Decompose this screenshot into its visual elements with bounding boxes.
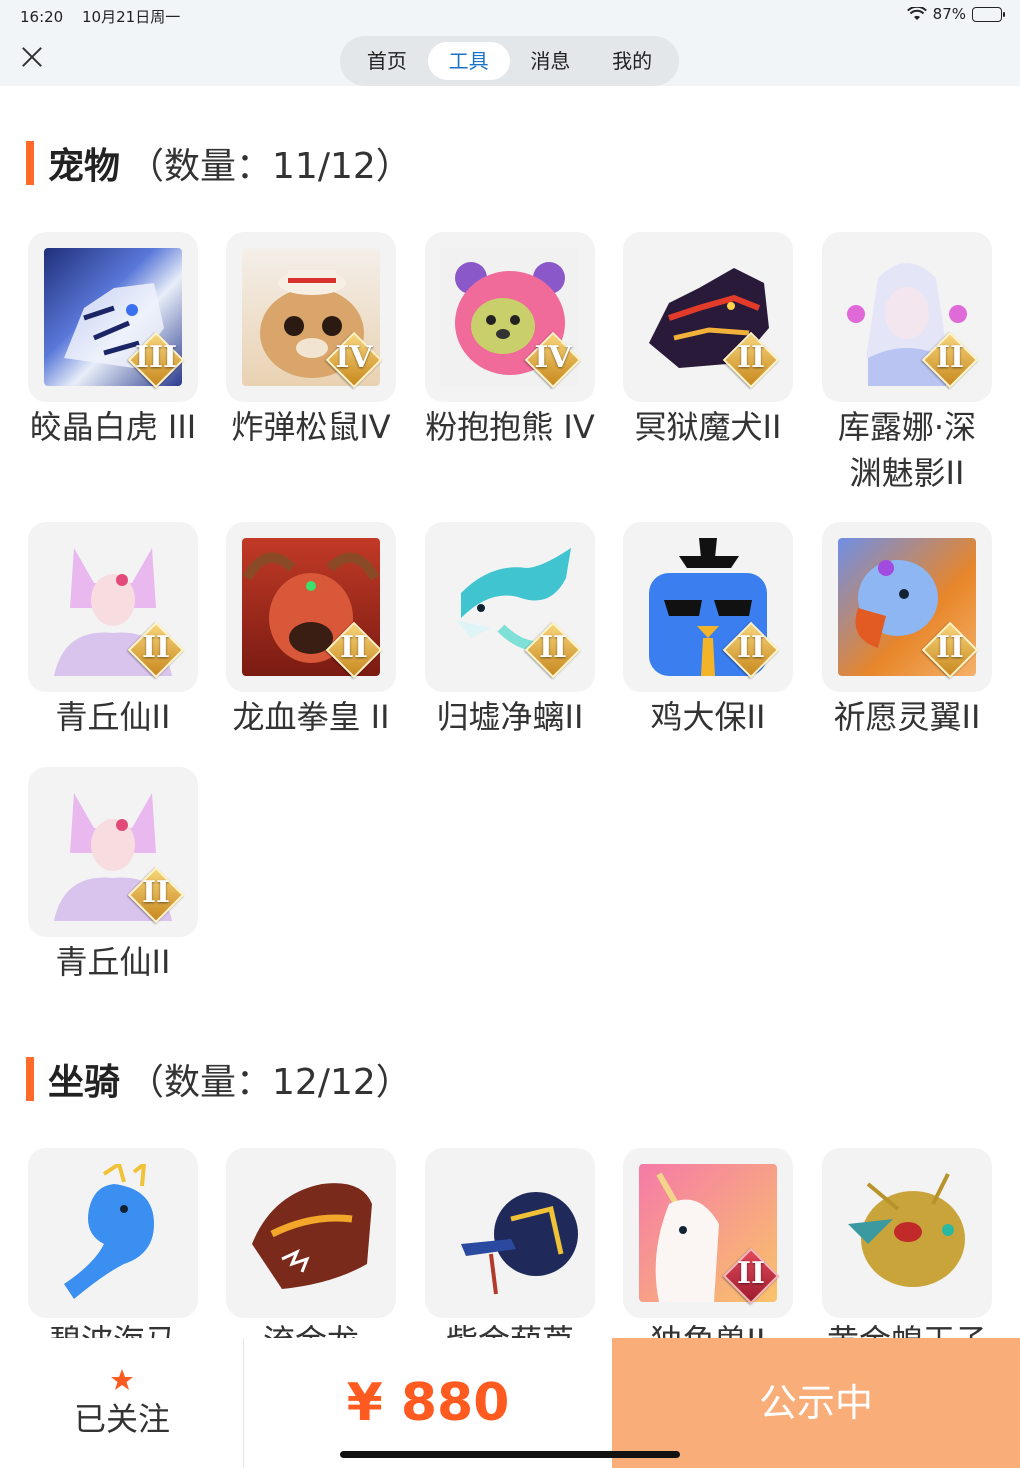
status-date: 10月21日周一 (82, 8, 181, 26)
pet-name: 炸弹松鼠IV (231, 408, 391, 446)
close-icon[interactable] (20, 44, 44, 68)
wifi-icon (906, 7, 927, 20)
tier-badge: IV (325, 331, 383, 389)
pet-card[interactable]: II (28, 767, 198, 937)
tier-badge: II (722, 331, 780, 389)
nav-tabs: 首页 工具 消息 我的 (340, 36, 679, 86)
tab-messages[interactable]: 消息 (510, 42, 592, 80)
section-accent-bar (26, 1057, 34, 1101)
tab-tools[interactable]: 工具 (427, 42, 510, 80)
pet-card[interactable]: II (425, 522, 595, 692)
pets-section-header: 宠物 （数量：11/12） (26, 140, 412, 187)
follow-button[interactable]: 已关注 (0, 1338, 244, 1468)
battery-icon (972, 6, 1005, 22)
mount-card[interactable] (226, 1148, 396, 1318)
pet-card[interactable]: III (28, 232, 198, 402)
pet-card[interactable]: IV (425, 232, 595, 402)
mounts-section-header: 坐骑 （数量：12/12） (26, 1056, 412, 1103)
pet-card[interactable]: II (623, 232, 793, 402)
pet-card[interactable]: II (226, 522, 396, 692)
pet-name: 鸡大保II (650, 698, 766, 736)
tier-badge: III (127, 331, 185, 389)
pet-name: 冥狱魔犬II (634, 408, 782, 446)
pet-name: 渊魅影II (849, 454, 965, 492)
status-action-button[interactable]: 公示中 (612, 1338, 1020, 1468)
pet-name: 库露娜·深 (837, 408, 977, 446)
price-label: ¥ 880 (346, 1373, 510, 1433)
battery-percent: 87% (932, 5, 966, 23)
tier-badge: II (127, 621, 185, 679)
star-icon (111, 1369, 133, 1390)
pet-name: 归墟净螭II (436, 698, 584, 736)
top-bar: 16:20 10月21日周一 87% 首页 工具 消息 我的 (0, 0, 1020, 86)
pet-name: 粉抱抱熊 IV (425, 408, 595, 446)
pet-name: 青丘仙II (55, 698, 171, 736)
section-accent-bar (26, 141, 34, 185)
pet-name: 龙血拳皇 II (232, 698, 390, 736)
tier-badge: II (325, 621, 383, 679)
follow-label: 已关注 (73, 1400, 170, 1438)
gold-locust-icon (838, 1164, 976, 1302)
pet-name: 祈愿灵翼II (833, 698, 981, 736)
pets-title: 宠物 (48, 146, 121, 187)
tier-badge: II (921, 331, 979, 389)
tier-badge: II (921, 621, 979, 679)
mount-card[interactable] (425, 1148, 595, 1318)
pet-card[interactable]: II (28, 522, 198, 692)
mounts-title: 坐骑 (48, 1062, 121, 1103)
bottom-bar: 已关注 ¥ 880 公示中 (0, 1338, 1020, 1468)
pet-card[interactable]: IV (226, 232, 396, 402)
mounts-count: （数量：12/12） (128, 1062, 412, 1103)
tier-badge: IV (524, 331, 582, 389)
tier-badge: II (127, 866, 185, 924)
pet-name: 皎晶白虎 III (29, 408, 197, 446)
pet-name: 青丘仙II (55, 943, 171, 981)
tier-badge: II (722, 621, 780, 679)
seahorse-icon (44, 1164, 182, 1302)
status-right: 87% (906, 5, 1005, 23)
tab-home[interactable]: 首页 (346, 42, 428, 80)
gold-dragon-icon (242, 1164, 380, 1302)
pet-card[interactable]: II (822, 232, 992, 402)
pet-card[interactable]: II (822, 522, 992, 692)
gourd-icon (441, 1164, 579, 1302)
status-time: 16:20 (20, 8, 64, 26)
tier-badge: II (722, 1247, 780, 1305)
tab-mine[interactable]: 我的 (591, 42, 673, 80)
mount-card[interactable]: II (623, 1148, 793, 1318)
mount-card[interactable] (822, 1148, 992, 1318)
pets-count: （数量：11/12） (128, 146, 412, 187)
status-bar: 16:20 10月21日周一 (20, 6, 180, 27)
pet-card[interactable]: II (623, 522, 793, 692)
tier-badge: II (524, 621, 582, 679)
home-indicator[interactable] (340, 1451, 680, 1458)
mount-card[interactable] (28, 1148, 198, 1318)
